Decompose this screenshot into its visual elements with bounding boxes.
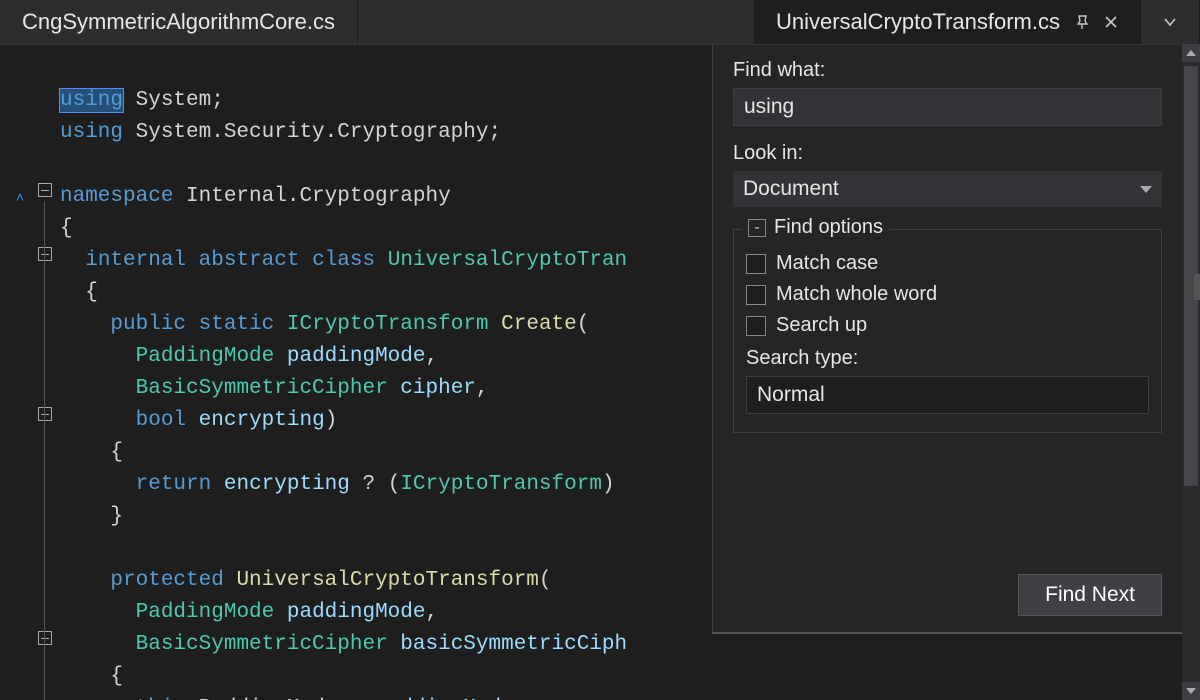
checkbox[interactable] <box>746 285 766 305</box>
find-panel: Find what: Look in: Document - Find opti… <box>712 44 1182 634</box>
search-up-label: Search up <box>776 314 867 337</box>
outlining-chevron-icon: ˄ <box>16 189 24 205</box>
match-whole-label: Match whole word <box>776 283 937 306</box>
tab-label: CngSymmetricAlgorithmCore.cs <box>22 9 335 35</box>
find-options-group: - Find options Match case Match whole wo… <box>733 229 1162 433</box>
find-highlight: using <box>60 89 123 112</box>
tab-spacer <box>358 0 754 44</box>
tab-active[interactable]: UniversalCryptoTransform.cs <box>754 0 1141 44</box>
find-what-label: Find what: <box>733 59 1162 82</box>
match-case-label: Match case <box>776 252 878 275</box>
scroll-down-button[interactable] <box>1182 682 1200 700</box>
code-content: using System; using System.Security.Cryp… <box>60 53 627 700</box>
code-editor[interactable]: ˄ using System; using System.Security.Cr… <box>0 44 712 700</box>
tab-bar: CngSymmetricAlgorithmCore.cs UniversalCr… <box>0 0 1200 44</box>
fold-toggle[interactable] <box>38 407 52 421</box>
search-type-select[interactable]: Normal <box>746 376 1149 414</box>
find-next-button[interactable]: Find Next <box>1018 574 1162 616</box>
outline-guide <box>44 201 45 700</box>
checkbox[interactable] <box>746 254 766 274</box>
tab-inactive[interactable]: CngSymmetricAlgorithmCore.cs <box>0 0 358 44</box>
match-case-row[interactable]: Match case <box>746 252 1149 275</box>
fold-toggle[interactable] <box>38 183 52 197</box>
close-icon[interactable] <box>1104 15 1118 29</box>
vertical-scrollbar[interactable] <box>1182 44 1200 700</box>
find-what-input[interactable] <box>733 88 1162 126</box>
search-type-value: Normal <box>757 383 825 407</box>
find-options-legend: - Find options <box>742 216 889 239</box>
look-in-value: Document <box>743 177 839 201</box>
fold-toggle[interactable] <box>38 631 52 645</box>
gutter: ˄ <box>0 45 60 700</box>
tab-label: UniversalCryptoTransform.cs <box>776 9 1060 35</box>
look-in-label: Look in: <box>733 142 1162 165</box>
checkbox[interactable] <box>746 316 766 336</box>
chevron-down-icon <box>1140 186 1152 193</box>
fold-toggle[interactable] <box>38 247 52 261</box>
search-type-label: Search type: <box>746 347 1149 370</box>
pin-icon[interactable] <box>1074 14 1090 30</box>
legend-text: Find options <box>774 216 883 239</box>
match-whole-word-row[interactable]: Match whole word <box>746 283 1149 306</box>
scroll-up-button[interactable] <box>1182 44 1200 62</box>
scroll-marker <box>1194 274 1200 300</box>
look-in-select[interactable]: Document <box>733 171 1162 207</box>
tab-overflow-button[interactable] <box>1141 0 1200 44</box>
search-up-row[interactable]: Search up <box>746 314 1149 337</box>
collapse-toggle[interactable]: - <box>748 219 766 237</box>
editor-area: ˄ using System; using System.Security.Cr… <box>0 44 1200 700</box>
